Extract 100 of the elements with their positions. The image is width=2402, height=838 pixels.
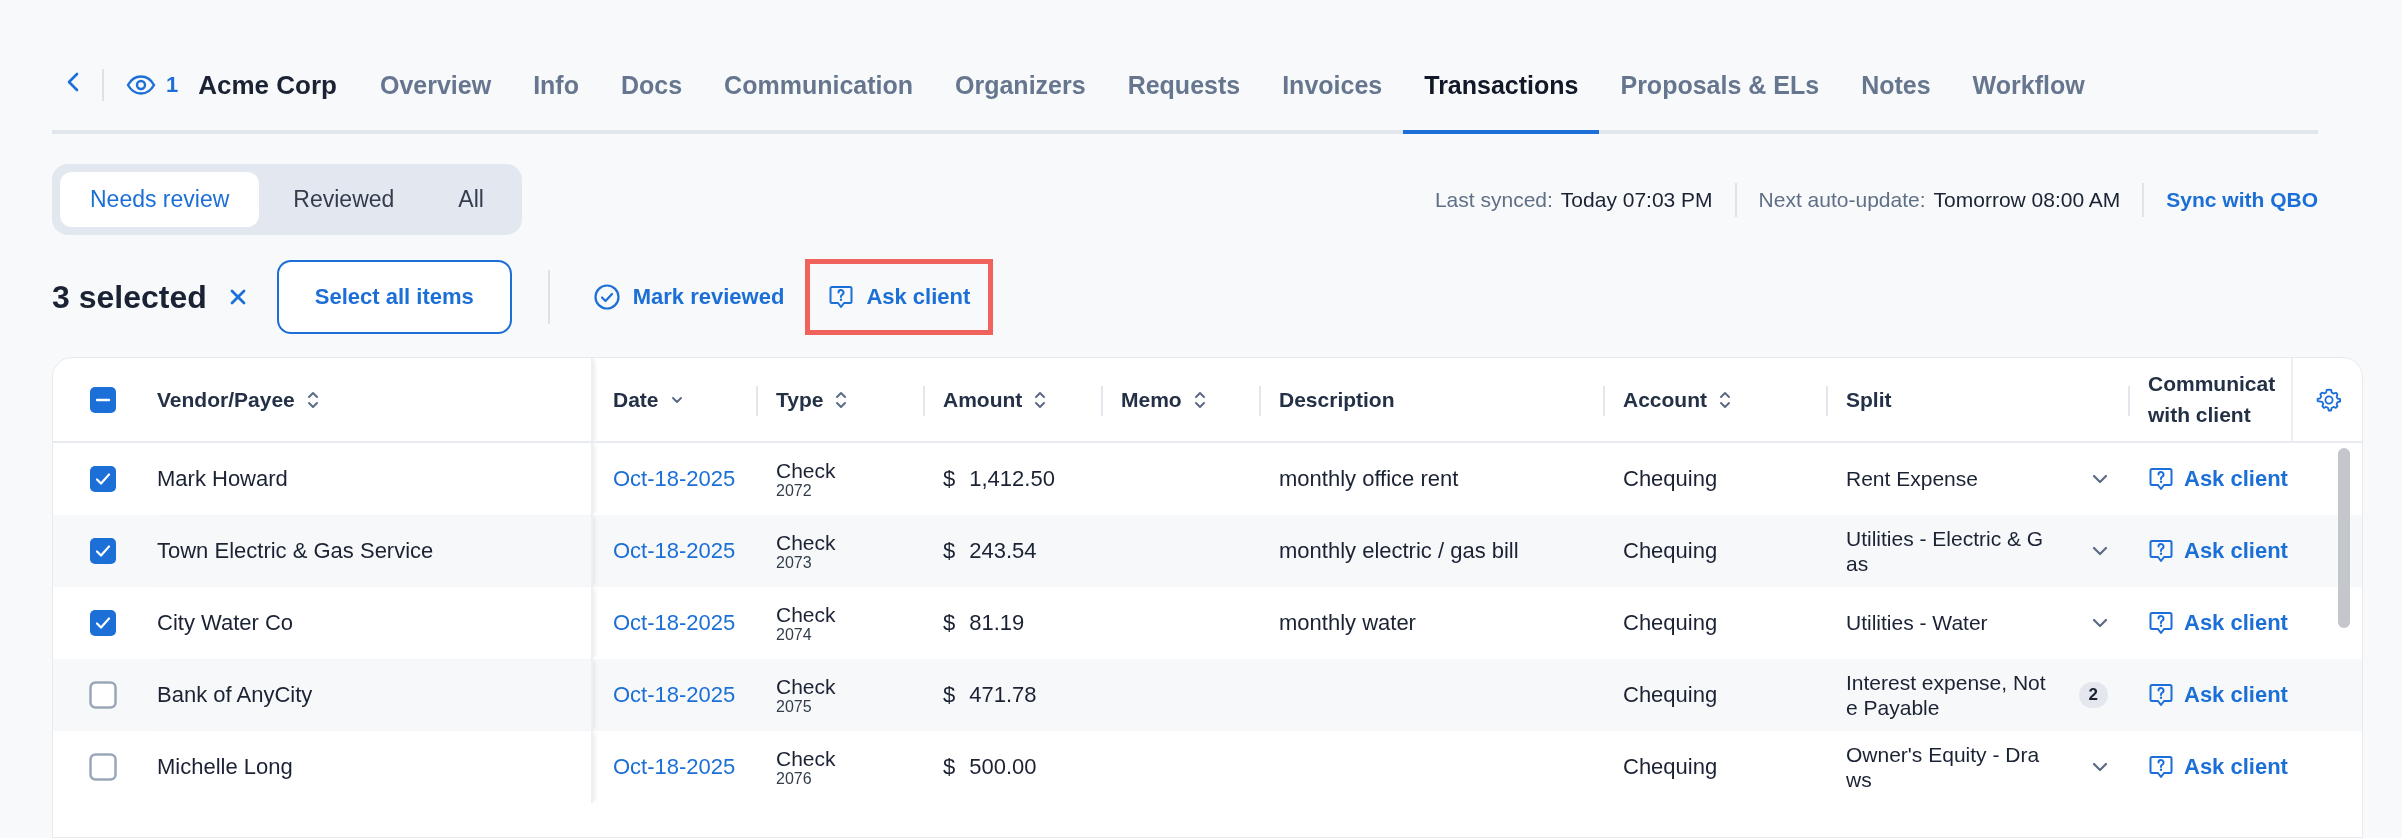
vendor-name: Michelle Long (157, 754, 293, 780)
question-bubble-icon (2148, 538, 2174, 564)
close-icon (228, 288, 247, 306)
filter-option[interactable]: Needs review (60, 172, 260, 227)
nav-tab[interactable]: Info (512, 40, 600, 134)
ask-client-link[interactable]: Ask client (2148, 682, 2288, 708)
column-header: Split (1846, 387, 1892, 412)
account-name: Chequing (1623, 682, 1718, 708)
checkbox-checked[interactable] (89, 465, 117, 493)
sync-link[interactable]: Sync with QBO (2166, 187, 2318, 212)
ask-client-link[interactable]: Ask client (2148, 538, 2288, 564)
split-account: Utilities - Electric & Gas (1846, 525, 2045, 577)
date-link[interactable]: Oct-18-2025 (613, 610, 736, 636)
currency-symbol: $ (943, 754, 956, 780)
date-link[interactable]: Oct-18-2025 (613, 466, 736, 492)
chevron-down-icon[interactable] (2092, 546, 2108, 556)
checkbox[interactable] (89, 681, 117, 709)
split-account: Utilities - Water (1846, 610, 1989, 636)
nav-tab[interactable]: Workflow (1951, 40, 2106, 134)
settings-icon[interactable] (2315, 386, 2342, 413)
nav-tab[interactable]: Proposals & ELs (1599, 40, 1841, 134)
column-header: Amount (943, 387, 1023, 412)
check-number: 2075 (776, 697, 813, 716)
ask-client-link[interactable]: Ask client (2148, 754, 2288, 780)
filter-option[interactable]: Reviewed (263, 172, 425, 227)
transaction-type: Check (776, 530, 836, 554)
filter-option[interactable]: All (428, 172, 514, 227)
last-synced-label: Last synced: (1434, 187, 1553, 212)
question-bubble-icon (828, 284, 855, 310)
question-bubble-icon (2148, 682, 2174, 708)
sort-descending-icon[interactable] (670, 395, 683, 404)
chevron-down-icon[interactable] (2092, 762, 2108, 772)
column-header: Memo (1121, 387, 1182, 412)
account-name: Chequing (1623, 610, 1718, 636)
scrollbar-thumb[interactable] (2338, 448, 2350, 628)
viewer-count: 1 (166, 72, 179, 98)
sort-icon[interactable] (1719, 389, 1731, 410)
check-number: 2072 (776, 481, 813, 500)
table-row[interactable]: Town Electric & Gas Service Oct-18-2025 Check 2073 $ 243.54 monthly electric / gas bill Chequing Utilities - Electric & Gas Ask client (53, 515, 2362, 587)
nav-tab[interactable]: Requests (1106, 40, 1262, 134)
amount-value: 471.78 (969, 682, 1037, 708)
mark-reviewed-button[interactable]: Mark reviewed (571, 260, 806, 334)
checkbox[interactable] (89, 753, 117, 781)
nav-tab[interactable]: Transactions (1403, 40, 1600, 134)
question-bubble-icon (2148, 754, 2174, 780)
date-link[interactable]: Oct-18-2025 (613, 682, 736, 708)
split-count-badge: 2 (2078, 682, 2108, 708)
sort-icon[interactable] (1034, 389, 1047, 410)
description-text: monthly water (1279, 610, 1416, 636)
split-account: Interest expense, Note Payable (1846, 669, 2046, 721)
check-number: 2073 (776, 553, 813, 572)
chevron-down-icon[interactable] (2092, 618, 2108, 628)
sort-icon[interactable] (306, 389, 319, 410)
sort-icon[interactable] (835, 389, 848, 410)
select-all-checkbox[interactable] (89, 385, 117, 414)
select-all-button[interactable]: Select all items (276, 260, 512, 334)
column-header: Description (1279, 387, 1395, 412)
ask-client-link[interactable]: Ask client (2148, 466, 2288, 492)
currency-symbol: $ (943, 538, 956, 564)
date-link[interactable]: Oct-18-2025 (613, 538, 736, 564)
column-header: Vendor/Payee (157, 387, 295, 412)
table-row[interactable]: Michelle Long Oct-18-2025 Check 2076 $ 500.00 Chequing Owner's Equity - Draws Ask client (53, 731, 2362, 803)
ask-client-button[interactable]: Ask client (805, 259, 994, 335)
nav-tab[interactable]: Organizers (934, 40, 1107, 134)
selected-count: 3 selected (52, 278, 207, 316)
check-number: 2076 (776, 769, 813, 788)
check-circle-icon (592, 283, 621, 311)
column-header: Type (776, 387, 824, 412)
account-name: Chequing (1623, 466, 1718, 492)
account-name: Chequing (1623, 754, 1718, 780)
split-account: Rent Expense (1846, 466, 1979, 492)
nav-tab[interactable]: Overview (358, 40, 513, 134)
amount-value: 243.54 (969, 538, 1037, 564)
question-bubble-icon (2148, 466, 2174, 492)
ask-client-link[interactable]: Ask client (2148, 610, 2288, 636)
currency-symbol: $ (943, 682, 956, 708)
amount-value: 81.19 (969, 610, 1025, 636)
account-name: Chequing (1623, 538, 1718, 564)
nav-tab[interactable]: Notes (1840, 40, 1952, 134)
table-row[interactable]: Bank of AnyCity Oct-18-2025 Check 2075 $ 471.78 Chequing Interest expense, Note Payable 2 Ask client (53, 659, 2362, 731)
description-text: monthly office rent (1279, 466, 1459, 492)
sort-icon[interactable] (1193, 389, 1206, 410)
vendor-name: Bank of AnyCity (157, 682, 313, 708)
nav-tab[interactable]: Docs (599, 40, 704, 134)
chevron-down-icon[interactable] (2092, 474, 2108, 484)
column-header: Date (613, 387, 659, 412)
checkbox-checked[interactable] (89, 537, 117, 565)
question-bubble-icon (2148, 610, 2174, 636)
transaction-type: Check (776, 602, 836, 626)
vendor-name: Town Electric & Gas Service (157, 538, 434, 564)
currency-symbol: $ (943, 466, 956, 492)
nav-tab[interactable]: Communication (703, 40, 934, 134)
client-name: Acme Corp (198, 69, 337, 101)
date-link[interactable]: Oct-18-2025 (613, 754, 736, 780)
column-header: Communicat with client (2148, 371, 2277, 428)
amount-value: 1,412.50 (969, 466, 1055, 492)
transaction-type: Check (776, 458, 836, 482)
checkbox-checked[interactable] (89, 609, 117, 637)
next-update-label: Next auto-update: (1758, 187, 1926, 212)
nav-tab[interactable]: Invoices (1261, 40, 1404, 134)
